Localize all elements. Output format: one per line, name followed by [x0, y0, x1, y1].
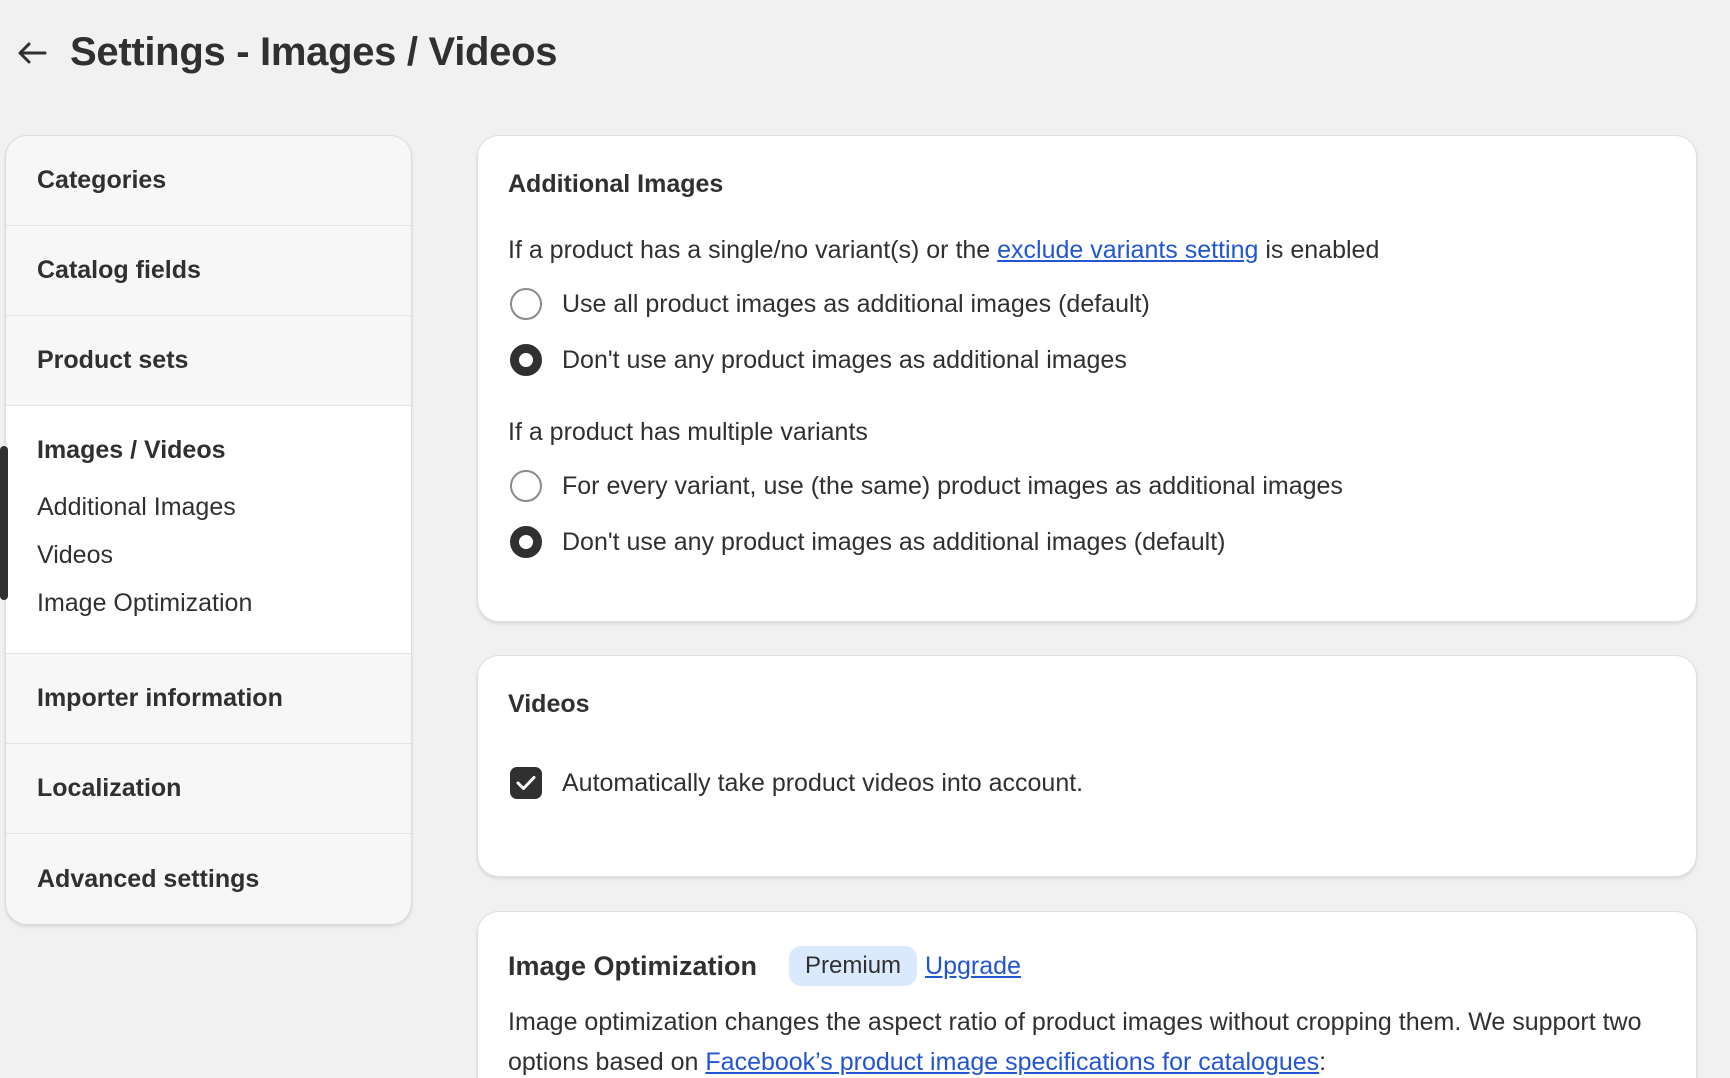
image-optimization-title: Image Optimization — [508, 950, 758, 981]
sidebar-item-advanced-settings[interactable]: Advanced settings — [6, 834, 411, 924]
sidebar-subitem-image-optimization[interactable]: Image Optimization — [37, 579, 411, 627]
premium-badge: Premium — [789, 946, 918, 986]
single-option-use-all[interactable]: Use all product images as additional ima… — [508, 276, 1666, 332]
arrow-left-icon — [18, 42, 47, 63]
single-variant-intro: If a product has a single/no variant(s) … — [508, 236, 1380, 264]
facebook-specs-link[interactable]: Facebook’s product image specifications … — [705, 1048, 1319, 1076]
sidebar-subitem-additional-images[interactable]: Additional Images — [37, 483, 411, 531]
sidebar-subitem-videos[interactable]: Videos — [37, 531, 411, 579]
image-optimization-card: Image Optimization Premium Upgrade Image… — [477, 911, 1697, 1078]
page: Settings - Images / Videos Categories Ca… — [0, 0, 1730, 1078]
radio-unchecked[interactable] — [510, 470, 542, 502]
videos-title: Videos — [508, 690, 590, 718]
checkmark-icon — [516, 776, 536, 790]
videos-auto-option[interactable]: Automatically take product videos into a… — [508, 755, 1666, 811]
multi-variant-intro: If a product has multiple variants — [508, 418, 868, 446]
radio-checked[interactable] — [510, 526, 542, 558]
checkbox-checked[interactable] — [510, 767, 542, 799]
single-variant-options: Use all product images as additional ima… — [508, 276, 1666, 388]
image-optimization-description: Image optimization changes the aspect ra… — [508, 1008, 1642, 1076]
additional-images-card: Additional Images If a product has a sin… — [477, 135, 1697, 622]
upgrade-link[interactable]: Upgrade — [925, 948, 1021, 984]
radio-unchecked[interactable] — [510, 288, 542, 320]
multi-option-dont-use[interactable]: Don't use any product images as addition… — [508, 514, 1666, 570]
sidebar-item-product-sets[interactable]: Product sets — [6, 316, 411, 406]
sidebar-item-localization[interactable]: Localization — [6, 744, 411, 834]
sidebar-item-images-videos[interactable]: Images / Videos Additional Images Videos… — [0, 406, 411, 654]
active-indicator — [0, 446, 8, 600]
settings-sidebar: Categories Catalog fields Product sets I… — [0, 135, 412, 925]
single-option-dont-use[interactable]: Don't use any product images as addition… — [508, 332, 1666, 388]
multi-variant-options: For every variant, use (the same) produc… — [508, 458, 1666, 570]
page-title: Settings - Images / Videos — [70, 30, 558, 74]
multi-option-use-same[interactable]: For every variant, use (the same) produc… — [508, 458, 1666, 514]
sidebar-item-catalog-fields[interactable]: Catalog fields — [6, 226, 411, 316]
radio-checked[interactable] — [510, 344, 542, 376]
page-header: Settings - Images / Videos — [14, 30, 557, 75]
image-optimization-header: Image Optimization Premium Upgrade — [508, 946, 1666, 986]
additional-images-title: Additional Images — [508, 170, 724, 198]
sidebar-item-categories[interactable]: Categories — [6, 136, 411, 226]
sidebar-item-importer-information[interactable]: Importer information — [6, 654, 411, 744]
videos-card: Videos Automatically take product videos… — [477, 655, 1697, 877]
sidebar-active-label: Images / Videos — [37, 436, 226, 464]
exclude-variants-setting-link[interactable]: exclude variants setting — [997, 236, 1258, 264]
back-button[interactable] — [14, 35, 50, 71]
